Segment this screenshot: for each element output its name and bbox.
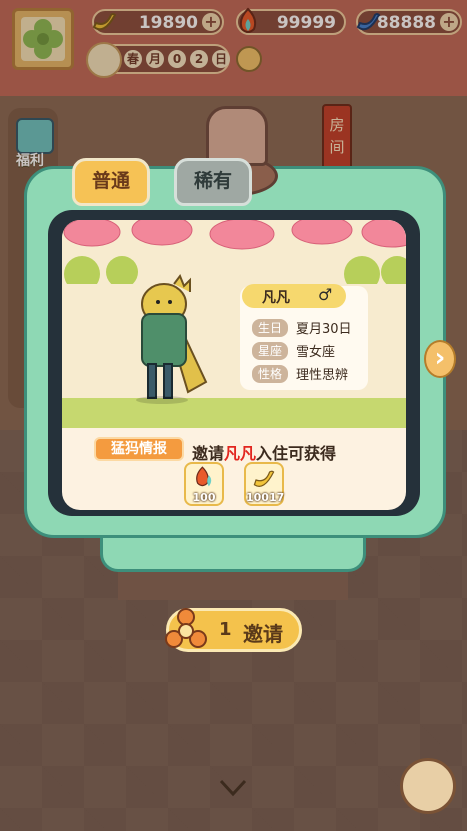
reward-banana[interactable]: 10017 <box>244 462 284 506</box>
flower-border <box>63 220 406 250</box>
yarn-ball-icon[interactable] <box>400 758 456 814</box>
invite-label: 邀请 <box>243 622 283 646</box>
fidget-spinner-icon <box>165 608 207 648</box>
invite-button[interactable]: 1 邀请 <box>165 608 302 652</box>
personality-row: 性格 理性思辨 <box>252 364 348 383</box>
dinosaur-character <box>136 273 208 404</box>
chevron-down-icon[interactable] <box>218 778 248 798</box>
male-gender-icon: ♂ <box>318 285 333 304</box>
mammoth-intel-button[interactable]: 猛犸情报 <box>94 437 184 461</box>
tab-common[interactable]: 普通 <box>72 158 150 206</box>
tab-rare[interactable]: 稀有 <box>174 158 252 206</box>
character-name: 凡凡 <box>262 290 290 306</box>
invite-cost: 1 <box>219 619 232 640</box>
invite-reward-text: 邀请凡凡入住可获得 <box>192 444 337 463</box>
next-character-button[interactable]: › <box>424 340 456 378</box>
birthday-row: 生日 夏月30日 <box>252 318 352 337</box>
grass-ground <box>62 398 406 428</box>
zodiac-row: 星座 雪女座 <box>252 341 335 360</box>
reward-fire-gem[interactable]: 100 <box>184 462 224 506</box>
